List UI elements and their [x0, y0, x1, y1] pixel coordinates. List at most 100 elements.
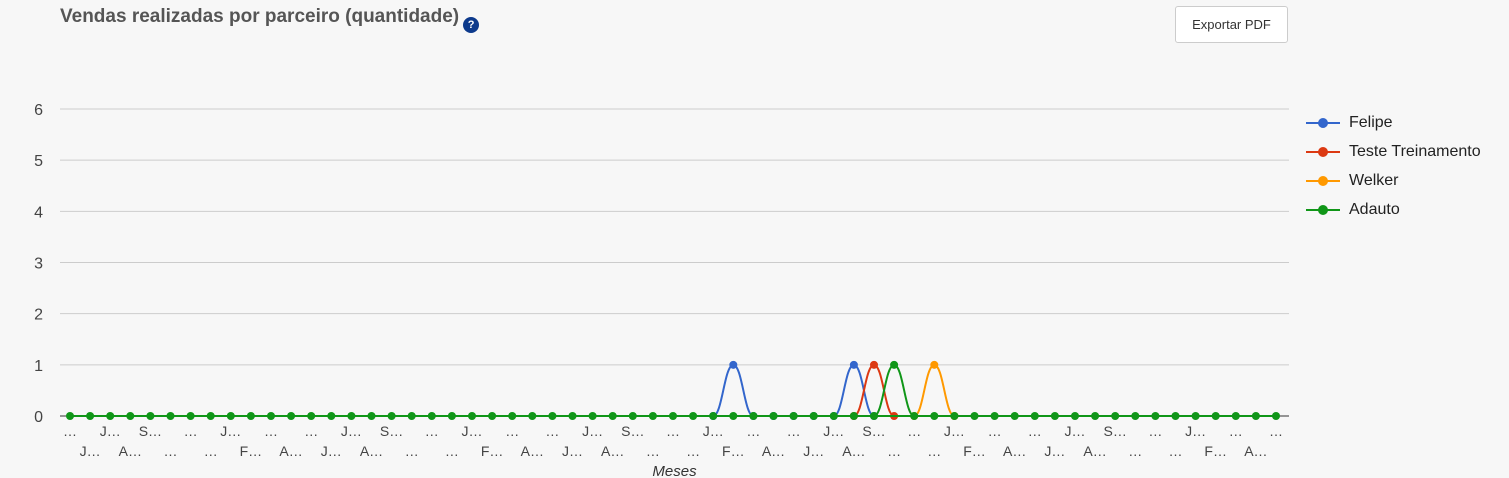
legend-label: Adauto — [1349, 200, 1400, 218]
x-axis-title: Meses — [652, 463, 697, 478]
data-point — [1030, 412, 1039, 420]
data-point — [548, 412, 557, 420]
x-tick-label: … — [927, 443, 941, 459]
x-tick-label: F… — [722, 443, 745, 459]
x-tick-label: … — [787, 423, 801, 439]
data-point — [809, 412, 818, 420]
x-tick-label: J… — [1044, 443, 1065, 459]
chart-legend: Felipe Teste Treinamento Welker Adauto — [1306, 108, 1481, 224]
x-tick-label: J… — [462, 423, 483, 439]
data-point — [749, 412, 758, 420]
x-tick-label: … — [887, 443, 901, 459]
x-tick-label: A… — [1244, 443, 1267, 459]
data-point — [146, 412, 155, 420]
data-point — [608, 412, 617, 420]
data-point — [669, 412, 677, 420]
x-tick-label: … — [1229, 423, 1243, 439]
y-tick-label: 5 — [34, 153, 43, 170]
data-point — [1010, 412, 1019, 420]
x-tick-label: J… — [220, 423, 241, 439]
x-tick-label: … — [646, 443, 660, 459]
y-tick-label: 0 — [34, 409, 43, 426]
data-point — [709, 412, 718, 420]
data-point — [1151, 412, 1160, 420]
x-tick-label: J… — [562, 443, 583, 459]
x-tick-label: … — [405, 443, 419, 459]
x-tick-label: A… — [360, 443, 383, 459]
data-point — [1191, 412, 1200, 420]
legend-item[interactable]: Adauto — [1306, 195, 1481, 224]
data-point — [1231, 412, 1240, 420]
x-tick-label: F… — [963, 443, 986, 459]
x-tick-label: S… — [621, 423, 644, 439]
x-tick-label: … — [425, 423, 439, 439]
data-point — [729, 412, 738, 420]
x-tick-label: F… — [1204, 443, 1227, 459]
data-point — [910, 412, 919, 420]
x-tick-label: … — [907, 423, 921, 439]
data-point — [166, 412, 175, 420]
x-tick-label: … — [1028, 423, 1042, 439]
x-tick-label: J… — [341, 423, 362, 439]
data-point — [267, 412, 275, 420]
data-point — [447, 412, 456, 420]
data-point — [950, 412, 959, 420]
data-point — [1171, 412, 1180, 420]
x-tick-label: S… — [1104, 423, 1127, 439]
data-point — [488, 412, 497, 420]
data-point — [287, 412, 296, 420]
legend-swatch — [1306, 117, 1340, 129]
x-tick-label: … — [1148, 423, 1162, 439]
data-point — [729, 360, 738, 369]
data-point — [849, 360, 858, 369]
data-point — [66, 412, 74, 420]
data-point — [628, 412, 637, 420]
data-point — [327, 412, 336, 420]
legend-swatch — [1306, 204, 1340, 216]
data-point — [226, 412, 235, 420]
x-tick-label: J… — [1185, 423, 1206, 439]
data-point — [648, 412, 657, 420]
x-tick-label: J… — [321, 443, 342, 459]
x-tick-label: J… — [944, 423, 965, 439]
data-point — [1251, 412, 1260, 420]
legend-item[interactable]: Welker — [1306, 166, 1481, 195]
x-tick-label: … — [686, 443, 700, 459]
data-point — [1211, 412, 1220, 420]
x-tick-label: J… — [703, 423, 724, 439]
data-point — [206, 412, 215, 420]
x-tick-label: F… — [481, 443, 504, 459]
x-tick-label: … — [988, 423, 1002, 439]
data-point — [106, 412, 115, 420]
x-tick-label: J… — [823, 423, 844, 439]
x-tick-label: S… — [139, 423, 162, 439]
legend-item[interactable]: Teste Treinamento — [1306, 137, 1481, 166]
x-tick-label: A… — [601, 443, 624, 459]
data-point — [870, 360, 878, 369]
data-point — [568, 412, 577, 420]
legend-item[interactable]: Felipe — [1306, 108, 1481, 137]
data-point — [186, 412, 195, 420]
data-point — [367, 412, 376, 420]
x-tick-label: … — [666, 423, 680, 439]
data-point — [508, 412, 517, 420]
data-point — [789, 412, 798, 420]
x-tick-label: … — [184, 423, 198, 439]
data-point — [1272, 412, 1280, 420]
legend-label: Teste Treinamento — [1349, 142, 1481, 160]
data-point — [307, 412, 316, 420]
line-chart: 0123456…J…J…A…S…………J…F……A……J…J…A…S…………J…… — [34, 102, 1289, 478]
x-tick-label: … — [545, 423, 559, 439]
legend-swatch — [1306, 175, 1340, 187]
x-tick-label: … — [1269, 423, 1283, 439]
x-tick-label: … — [1128, 443, 1142, 459]
x-tick-label: J… — [1065, 423, 1086, 439]
x-tick-label: A… — [119, 443, 142, 459]
data-point — [387, 412, 396, 420]
data-point — [468, 412, 476, 420]
y-tick-label: 4 — [34, 204, 43, 221]
x-tick-label: … — [1169, 443, 1183, 459]
data-point — [990, 412, 999, 420]
x-tick-label: J… — [582, 423, 603, 439]
data-point — [689, 412, 698, 420]
